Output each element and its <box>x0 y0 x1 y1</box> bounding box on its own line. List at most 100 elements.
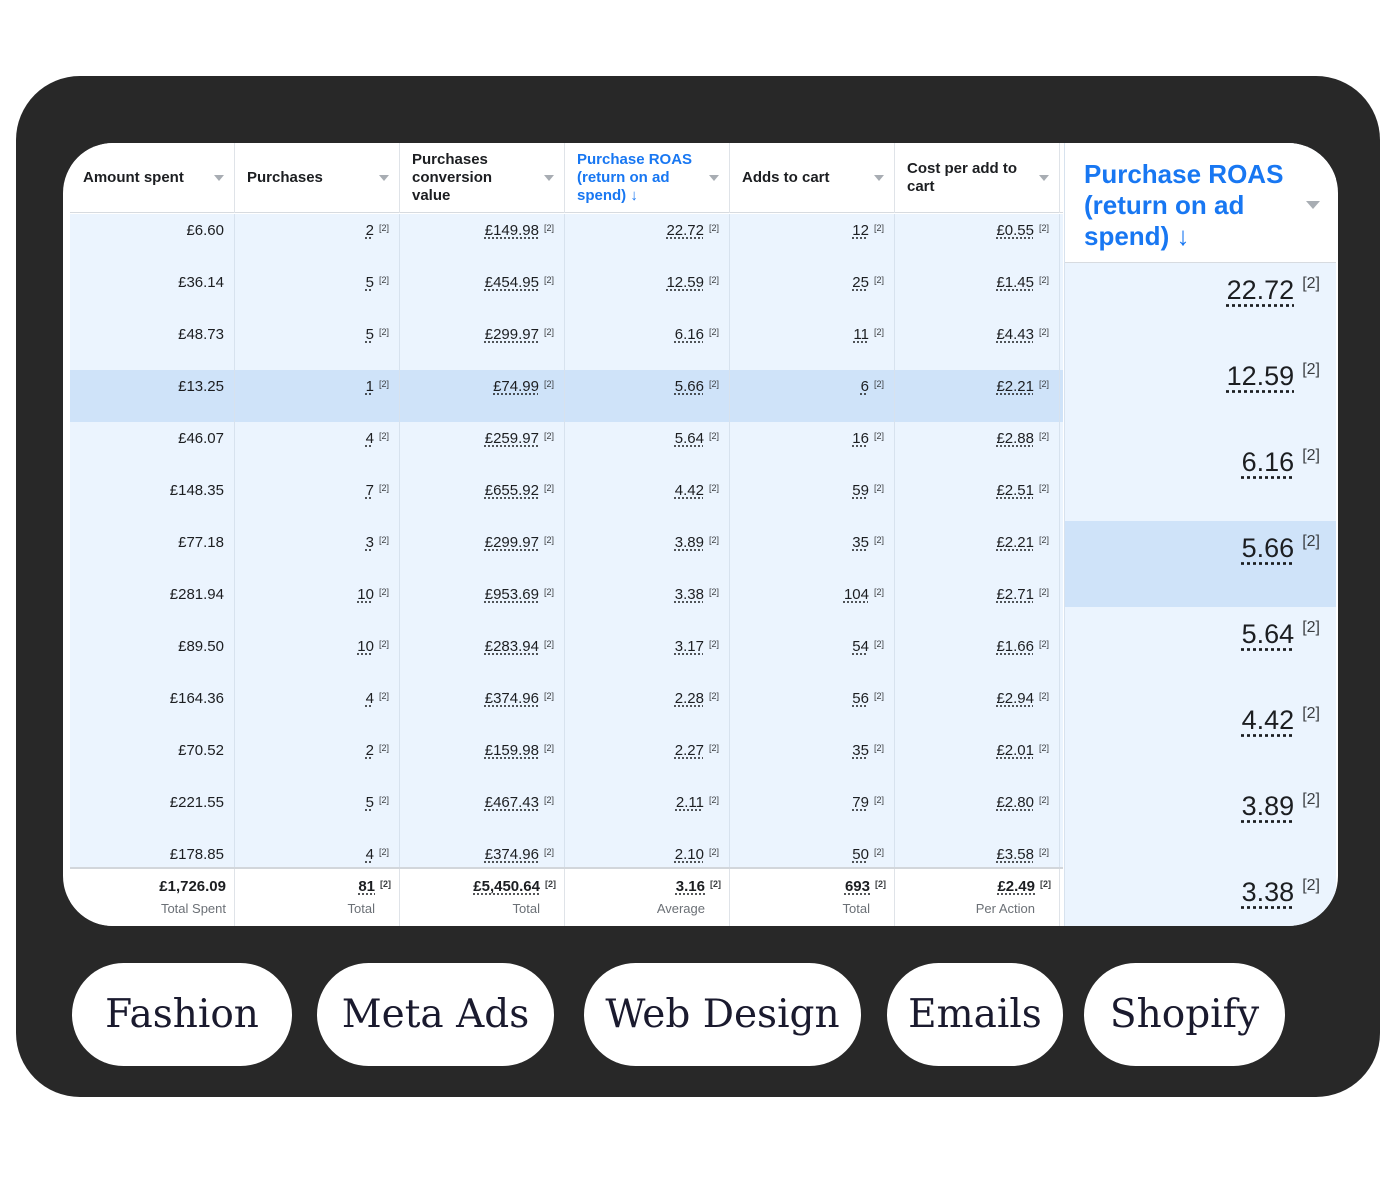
table-cell: 59 [2] <box>730 474 895 526</box>
cell-value-link[interactable]: £1.66 <box>996 638 1034 655</box>
cell-value-link[interactable]: £159.98 <box>485 742 539 759</box>
chevron-down-icon[interactable] <box>874 175 884 181</box>
cell-value-link[interactable]: 104 <box>844 586 869 603</box>
cell-value-link[interactable]: £149.98 <box>485 222 539 239</box>
column-header[interactable]: Cost per add to cart <box>895 143 1060 213</box>
cell-value-link[interactable]: £2.94 <box>996 690 1034 707</box>
chevron-down-icon[interactable] <box>379 175 389 181</box>
column-header[interactable]: Purchases <box>235 143 400 213</box>
chevron-down-icon[interactable] <box>214 175 224 181</box>
cell-value-link[interactable]: £953.69 <box>485 586 539 603</box>
cell-value-link[interactable]: 22.72 <box>666 222 704 239</box>
cell-value-link[interactable]: 5 <box>366 794 374 811</box>
zoomed-roas-value[interactable]: 5.64 <box>1242 619 1295 650</box>
column-header[interactable]: Purchase ROAS (return on ad spend) ↓ <box>565 143 730 213</box>
cell-value-link[interactable]: 12 <box>852 222 869 239</box>
cell-value-link[interactable]: £2.88 <box>996 430 1034 447</box>
cell-value-link[interactable]: 6.16 <box>675 326 704 343</box>
cell-value-link[interactable]: 5.64 <box>675 430 704 447</box>
cell-value-link[interactable]: £299.97 <box>485 534 539 551</box>
zoomed-roas-value[interactable]: 22.72 <box>1227 275 1295 306</box>
cell-value-link[interactable]: 2.27 <box>675 742 704 759</box>
cell-value-link[interactable]: 54 <box>852 638 869 655</box>
chevron-down-icon[interactable] <box>1306 201 1320 209</box>
zoomed-roas-value[interactable]: 12.59 <box>1227 361 1295 392</box>
cell-value-link[interactable]: 12.59 <box>666 274 704 291</box>
table-cell: £6.60 <box>70 214 235 266</box>
zoomed-roas-value[interactable]: 3.38 <box>1242 877 1295 908</box>
column-header[interactable]: Purchases conversion value <box>400 143 565 213</box>
cell-value-link[interactable]: 3 <box>366 534 374 551</box>
cell-value-link[interactable]: £259.97 <box>485 430 539 447</box>
cell-value-link[interactable]: £2.80 <box>996 794 1034 811</box>
cell-value-link[interactable]: £655.92 <box>485 482 539 499</box>
cell-value-link[interactable]: £2.21 <box>996 534 1034 551</box>
tag-emails[interactable]: Emails <box>887 963 1063 1066</box>
cell-value-link[interactable]: 4 <box>366 430 374 447</box>
column-header[interactable]: Adds to cart <box>730 143 895 213</box>
cell-value-link[interactable]: 2.10 <box>675 846 704 863</box>
cell-value-link[interactable]: 11 <box>853 326 869 343</box>
cell-value-link[interactable]: 10 <box>357 586 374 603</box>
cell-value-link[interactable]: £467.43 <box>485 794 539 811</box>
zoomed-roas-value[interactable]: 5.66 <box>1242 533 1295 564</box>
totals-value[interactable]: 81 <box>358 878 375 895</box>
zoomed-roas-value[interactable]: 4.42 <box>1242 705 1295 736</box>
totals-value[interactable]: £5,450.64 <box>473 878 540 895</box>
chevron-down-icon[interactable] <box>709 175 719 181</box>
cell-value-link[interactable]: £2.71 <box>996 586 1034 603</box>
cell-value-link[interactable]: 2 <box>366 222 374 239</box>
cell-value-link[interactable]: 2.11 <box>676 794 704 811</box>
cell-value-link[interactable]: 56 <box>852 690 869 707</box>
cell-value-link[interactable]: £374.96 <box>485 846 539 863</box>
cell-value-link[interactable]: 4.42 <box>675 482 704 499</box>
cell-value-link[interactable]: £74.99 <box>493 378 539 395</box>
cell-value-link[interactable]: 5 <box>366 274 374 291</box>
tag-fashion[interactable]: Fashion <box>72 963 292 1066</box>
cell-value-link[interactable]: 10 <box>357 638 374 655</box>
cell-value-link[interactable]: 5.66 <box>675 378 704 395</box>
tag-web-design[interactable]: Web Design <box>584 963 861 1066</box>
cell-value-link[interactable]: 3.38 <box>675 586 704 603</box>
cell-value-link[interactable]: 16 <box>852 430 869 447</box>
cell-value-link[interactable]: 79 <box>852 794 869 811</box>
zoomed-roas-value[interactable]: 3.89 <box>1242 791 1295 822</box>
tag-shopify[interactable]: Shopify <box>1084 963 1285 1066</box>
cell-value-link[interactable]: £1.45 <box>996 274 1034 291</box>
cell-value-link[interactable]: 7 <box>366 482 374 499</box>
cell-value-link[interactable]: £0.55 <box>996 222 1034 239</box>
cell-value-link[interactable]: 3.17 <box>675 638 704 655</box>
cell-value-link[interactable]: £3.58 <box>996 846 1034 863</box>
cell-value-link[interactable]: 6 <box>861 378 869 395</box>
totals-value[interactable]: 693 <box>845 878 870 895</box>
cell-value-link[interactable]: 25 <box>852 274 869 291</box>
cell-value-link[interactable]: £2.21 <box>996 378 1034 395</box>
cell-value-link[interactable]: £2.01 <box>996 742 1034 759</box>
tag-meta-ads[interactable]: Meta Ads <box>317 963 554 1066</box>
cell-value-link[interactable]: 5 <box>366 326 374 343</box>
totals-value[interactable]: £2.49 <box>997 878 1035 895</box>
cell-value-link[interactable]: £374.96 <box>485 690 539 707</box>
cell-value-link[interactable]: 3.89 <box>675 534 704 551</box>
cell-value-link[interactable]: 59 <box>852 482 869 499</box>
cell-value-link[interactable]: £2.51 <box>996 482 1034 499</box>
zoomed-roas-header[interactable]: Purchase ROAS (return on ad spend) ↓ <box>1065 143 1336 263</box>
totals-value[interactable]: 3.16 <box>676 878 705 895</box>
cell-value-link[interactable]: 35 <box>852 742 869 759</box>
chevron-down-icon[interactable] <box>544 175 554 181</box>
cell-value-link[interactable]: 2 <box>366 742 374 759</box>
cell-value-link[interactable]: 4 <box>366 690 374 707</box>
cell-value-link[interactable]: 35 <box>852 534 869 551</box>
cell-value-link[interactable]: 4 <box>366 846 374 863</box>
footnote-marker: [2] <box>1302 619 1320 636</box>
zoomed-roas-value[interactable]: 6.16 <box>1242 447 1295 478</box>
cell-value-link[interactable]: 2.28 <box>675 690 704 707</box>
cell-value-link[interactable]: £454.95 <box>485 274 539 291</box>
cell-value-link[interactable]: £299.97 <box>485 326 539 343</box>
cell-value-link[interactable]: £4.43 <box>996 326 1034 343</box>
chevron-down-icon[interactable] <box>1039 175 1049 181</box>
cell-value-link[interactable]: 50 <box>852 846 869 863</box>
cell-value-link[interactable]: 1 <box>366 378 374 395</box>
cell-value-link[interactable]: £283.94 <box>485 638 539 655</box>
column-header[interactable]: Amount spent <box>70 143 235 213</box>
